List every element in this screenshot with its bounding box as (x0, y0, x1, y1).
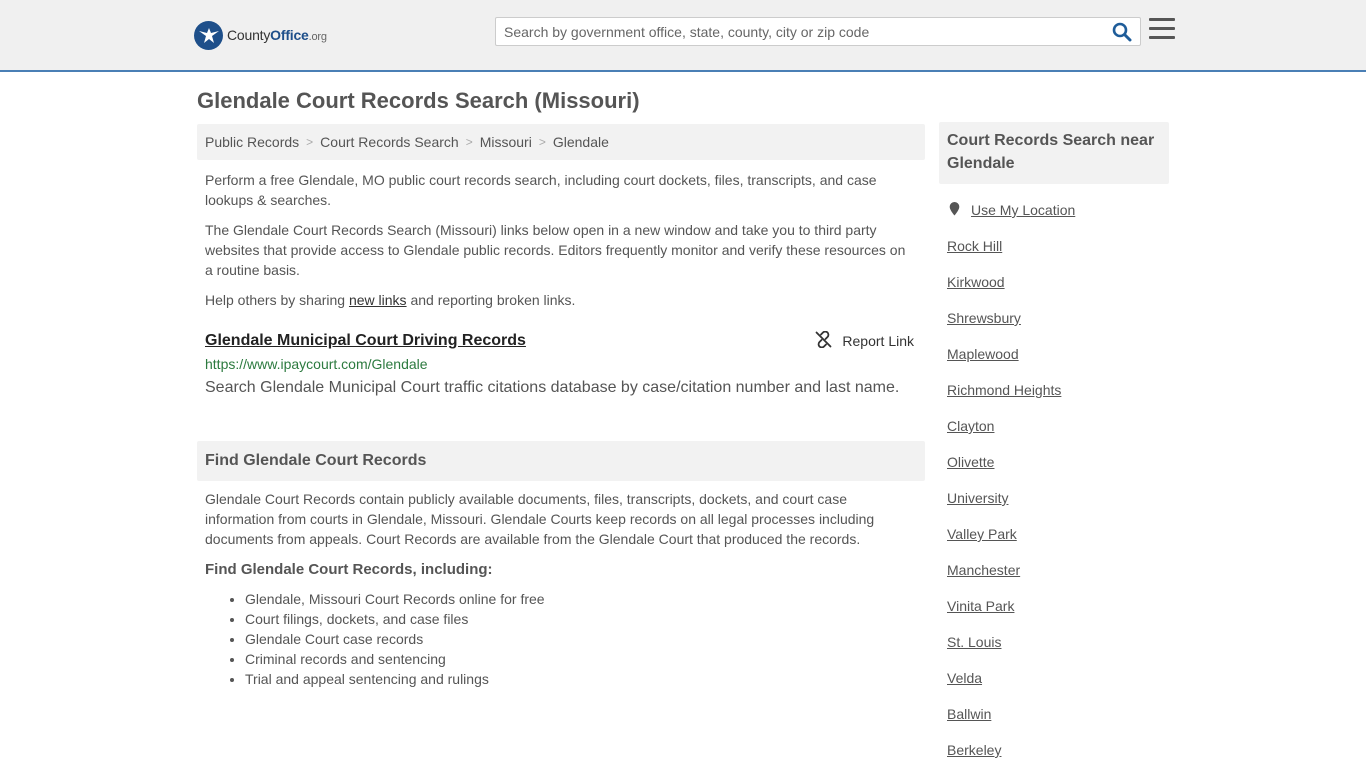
broken-link-icon (815, 330, 832, 351)
result-description: Search Glendale Municipal Court traffic … (205, 379, 900, 396)
intro-section: Perform a free Glendale, MO public court… (205, 170, 917, 320)
page-title: Glendale Court Records Search (Missouri) (197, 88, 640, 113)
list-item: Glendale Court case records (245, 629, 917, 649)
location-pin-icon (947, 201, 962, 220)
hamburger-menu-icon[interactable] (1149, 18, 1175, 42)
share-paragraph: Help others by sharing new links and rep… (205, 290, 917, 310)
breadcrumb-glendale[interactable]: Glendale (553, 134, 609, 150)
logo-text: CountyOffice.org (227, 27, 327, 43)
breadcrumb: Public Records > Court Records Search > … (197, 124, 925, 160)
site-header: CountyOffice.org (0, 0, 1366, 72)
search-input[interactable] (496, 18, 1106, 45)
breadcrumb-separator-icon: > (465, 135, 473, 149)
nearby-link-berkeley[interactable]: Berkeley (947, 740, 1167, 760)
breadcrumb-separator-icon: > (538, 135, 546, 149)
list-item: Glendale, Missouri Court Records online … (245, 589, 917, 609)
nearby-link-olivette[interactable]: Olivette (947, 452, 1167, 472)
report-link-button[interactable]: Report Link (815, 330, 914, 352)
breadcrumb-court-records-search[interactable]: Court Records Search (320, 134, 459, 150)
breadcrumb-public-records[interactable]: Public Records (205, 134, 299, 150)
breadcrumb-missouri[interactable]: Missouri (480, 134, 532, 150)
intro-paragraph: Perform a free Glendale, MO public court… (205, 172, 877, 208)
result-url: https://www.ipaycourt.com/Glendale (205, 356, 428, 372)
nearby-link-manchester[interactable]: Manchester (947, 560, 1167, 580)
sidebar-heading: Court Records Search near Glendale (939, 122, 1169, 184)
share-text-after: and reporting broken links. (406, 292, 576, 308)
nearby-link-university[interactable]: University (947, 488, 1167, 508)
find-section-list: Glendale, Missouri Court Records online … (205, 589, 917, 689)
list-item: Court filings, dockets, and case files (245, 609, 917, 629)
disclaimer-paragraph: The Glendale Court Records Search (Misso… (205, 222, 906, 278)
find-section-body: Glendale Court Records contain publicly … (205, 489, 917, 689)
search-icon[interactable] (1112, 22, 1134, 42)
nearby-list: Use My Location Rock Hill Kirkwood Shrew… (947, 200, 1167, 776)
report-link-label: Report Link (842, 333, 914, 349)
logo-eagle-icon (194, 20, 223, 50)
result-title-link[interactable]: Glendale Municipal Court Driving Records (205, 332, 526, 349)
nearby-link-ballwin[interactable]: Ballwin (947, 704, 1167, 724)
breadcrumb-separator-icon: > (306, 135, 314, 149)
find-section-paragraph: Glendale Court Records contain publicly … (205, 491, 875, 547)
find-section-heading: Find Glendale Court Records (197, 441, 925, 481)
use-location-row: Use My Location (947, 200, 1167, 220)
nearby-link-rock-hill[interactable]: Rock Hill (947, 236, 1167, 256)
nearby-link-kirkwood[interactable]: Kirkwood (947, 272, 1167, 292)
find-section-subheading: Find Glendale Court Records, including: (205, 561, 493, 578)
share-text-before: Help others by sharing (205, 292, 349, 308)
nearby-link-richmond-heights[interactable]: Richmond Heights (947, 380, 1167, 400)
list-item: Trial and appeal sentencing and rulings (245, 669, 917, 689)
nearby-link-valley-park[interactable]: Valley Park (947, 524, 1167, 544)
nearby-link-velda[interactable]: Velda (947, 668, 1167, 688)
search-bar (495, 17, 1141, 46)
nearby-link-maplewood[interactable]: Maplewood (947, 344, 1167, 364)
nearby-link-st-louis[interactable]: St. Louis (947, 632, 1167, 652)
use-my-location-link[interactable]: Use My Location (971, 200, 1075, 220)
nearby-link-vinita-park[interactable]: Vinita Park (947, 596, 1167, 616)
record-result: Glendale Municipal Court Driving Records… (205, 330, 917, 399)
site-logo[interactable]: CountyOffice.org (194, 20, 327, 50)
list-item: Criminal records and sentencing (245, 649, 917, 669)
nearby-link-clayton[interactable]: Clayton (947, 416, 1167, 436)
new-links-link[interactable]: new links (349, 292, 407, 308)
nearby-link-shrewsbury[interactable]: Shrewsbury (947, 308, 1167, 328)
